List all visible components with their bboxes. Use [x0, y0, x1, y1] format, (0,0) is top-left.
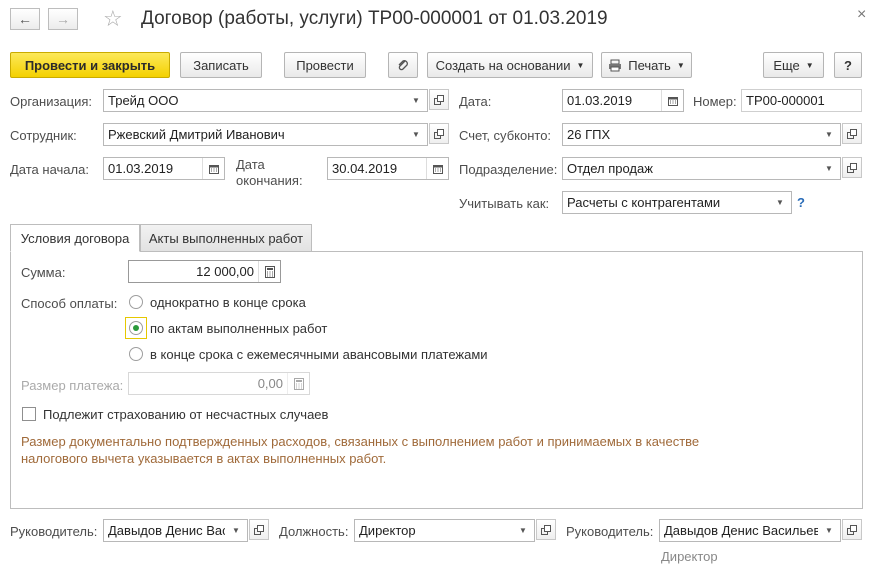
start-date-field[interactable]: 01.03.2019	[103, 157, 225, 180]
open-form-icon	[434, 128, 444, 139]
insurance-checkbox[interactable]	[22, 407, 36, 421]
payment-method-label: Способ оплаты:	[21, 296, 118, 311]
date-field[interactable]: 01.03.2019	[562, 89, 684, 112]
position-label: Должность:	[279, 524, 349, 539]
head2-caption: Директор	[661, 549, 718, 564]
account-as-label: Учитывать как:	[459, 196, 550, 211]
dropdown-arrow-icon: ▼	[676, 60, 685, 70]
dropdown-arrow-icon[interactable]: ▼	[818, 124, 840, 145]
dropdown-arrow-icon[interactable]: ▼	[769, 192, 791, 213]
tab-contract-terms[interactable]: Условия договора	[10, 224, 140, 252]
arrow-left-icon: ←	[18, 11, 32, 27]
head2-field[interactable]: Давыдов Денис Васильев ▼	[659, 519, 841, 542]
date-label: Дата:	[459, 94, 492, 109]
close-icon[interactable]: ×	[857, 6, 866, 24]
post-button[interactable]: Провести	[284, 52, 366, 78]
payment-monthly-advance-radio[interactable]	[129, 347, 143, 361]
create-based-on-button[interactable]: Создать на основании ▼	[427, 52, 593, 78]
start-date-label: Дата начала:	[10, 162, 89, 177]
calendar-icon[interactable]	[661, 90, 683, 111]
employee-label: Сотрудник:	[10, 128, 77, 143]
open-form-icon	[847, 128, 857, 139]
payment-once-label[interactable]: однократно в конце срока	[150, 295, 306, 310]
paperclip-icon	[398, 60, 408, 71]
attach-button[interactable]	[388, 52, 418, 78]
calendar-icon[interactable]	[202, 158, 224, 179]
position-field[interactable]: Директор ▼	[354, 519, 535, 542]
sum-field[interactable]: 12 000,00	[128, 260, 281, 283]
head-field[interactable]: Давыдов Денис Вас ▼	[103, 519, 248, 542]
printer-icon	[609, 59, 622, 71]
note-text-line1: Размер документально подтвержденных расх…	[21, 434, 700, 449]
print-button[interactable]: Печать ▼	[601, 52, 692, 78]
dropdown-arrow-icon[interactable]: ▼	[818, 158, 840, 179]
dropdown-arrow-icon[interactable]: ▼	[405, 90, 427, 111]
head2-label: Руководитель:	[566, 524, 654, 539]
open-head-button[interactable]	[249, 519, 269, 540]
page-title: Договор (работы, услуги) ТР00-000001 от …	[141, 8, 608, 29]
open-head2-button[interactable]	[842, 519, 862, 540]
open-employee-button[interactable]	[429, 123, 449, 144]
department-label: Подразделение:	[459, 162, 558, 177]
calendar-icon[interactable]	[426, 158, 448, 179]
dropdown-arrow-icon: ▼	[576, 60, 585, 70]
arrow-right-icon: →	[56, 11, 70, 27]
number-field[interactable]: ТР00-000001	[741, 89, 862, 112]
organization-field[interactable]: Трейд ООО ▼	[103, 89, 428, 112]
dropdown-arrow-icon: ▼	[805, 60, 814, 70]
post-and-close-button[interactable]: Провести и закрыть	[10, 52, 170, 78]
payment-once-radio[interactable]	[129, 295, 143, 309]
help-button[interactable]: ?	[834, 52, 862, 78]
account-label: Счет, субконто:	[459, 128, 552, 143]
note-text-line2: налогового вычета указывается в актах вы…	[21, 451, 387, 466]
more-button[interactable]: Еще ▼	[763, 52, 824, 78]
end-date-field[interactable]: 30.04.2019	[327, 157, 449, 180]
open-form-icon	[254, 524, 264, 535]
account-field[interactable]: 26 ГПХ ▼	[562, 123, 841, 146]
open-form-icon	[434, 94, 444, 105]
payment-monthly-advance-label[interactable]: в конце срока с ежемесячными авансовыми …	[150, 347, 488, 362]
end-date-label-line1: Дата	[236, 157, 265, 172]
number-label: Номер:	[693, 94, 737, 109]
payment-by-acts-label[interactable]: по актам выполненных работ	[150, 321, 327, 336]
employee-field[interactable]: Ржевский Дмитрий Иванович ▼	[103, 123, 428, 146]
open-department-button[interactable]	[842, 157, 862, 178]
open-position-button[interactable]	[536, 519, 556, 540]
back-button[interactable]: ←	[10, 8, 40, 30]
insurance-label[interactable]: Подлежит страхованию от несчастных случа…	[43, 407, 328, 422]
payment-size-field[interactable]: 0,00	[128, 372, 310, 395]
dropdown-arrow-icon[interactable]: ▼	[405, 124, 427, 145]
payment-by-acts-radio[interactable]	[129, 321, 143, 335]
favorite-star-icon[interactable]: ☆	[103, 6, 123, 32]
open-account-button[interactable]	[842, 123, 862, 144]
head-label: Руководитель:	[10, 524, 98, 539]
forward-button[interactable]: →	[48, 8, 78, 30]
dropdown-arrow-icon[interactable]: ▼	[225, 520, 247, 541]
tab-work-acts[interactable]: Акты выполненных работ	[140, 224, 312, 252]
department-field[interactable]: Отдел продаж ▼	[562, 157, 841, 180]
open-form-icon	[541, 524, 551, 535]
help-question-icon[interactable]: ?	[797, 195, 805, 210]
sum-label: Сумма:	[21, 265, 66, 280]
organization-label: Организация:	[10, 94, 93, 109]
calculator-icon[interactable]	[258, 261, 280, 282]
save-button[interactable]: Записать	[180, 52, 262, 78]
dropdown-arrow-icon[interactable]: ▼	[512, 520, 534, 541]
account-as-select[interactable]: Расчеты с контрагентами ▼	[562, 191, 792, 214]
open-form-icon	[847, 162, 857, 173]
open-organization-button[interactable]	[429, 89, 449, 110]
open-form-icon	[847, 524, 857, 535]
calculator-icon	[287, 373, 309, 394]
end-date-label-line2: окончания:	[236, 173, 303, 188]
dropdown-arrow-icon[interactable]: ▼	[818, 520, 840, 541]
payment-size-label: Размер платежа:	[21, 378, 124, 393]
